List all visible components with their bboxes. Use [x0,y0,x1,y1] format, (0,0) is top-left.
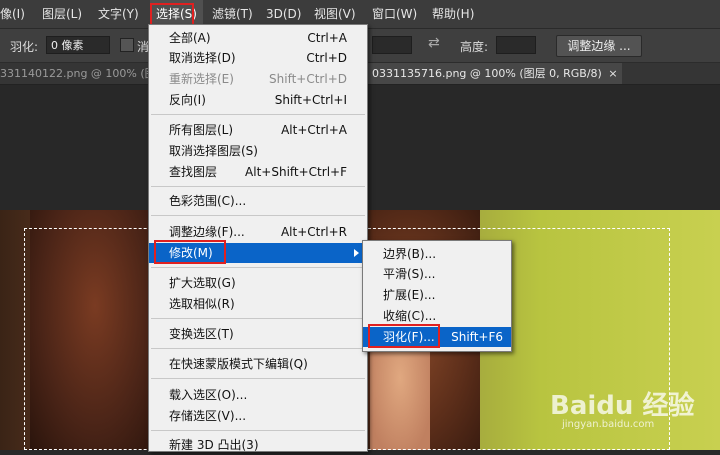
menu-item-deselect-layers[interactable]: 取消选择图层(S) [149,141,367,161]
refine-edge-button[interactable]: 调整边缘 ... [556,35,642,57]
menu-item-load-selection[interactable]: 载入选区(O)... [149,385,367,405]
menu-item-find-layers[interactable]: 查找图层 Alt+Shift+Ctrl+F [149,162,367,182]
menu-separator [151,348,365,349]
submenu-item-expand[interactable]: 扩展(E)... [363,285,511,305]
menu-image[interactable]: 像(I) [0,0,25,28]
height-input[interactable] [496,36,536,54]
menu-item-modify[interactable]: 修改(M) [149,243,367,263]
menu-layer[interactable]: 图层(L) [42,0,82,28]
feather-input[interactable]: 0 像素 [46,36,110,54]
menu-item-new-3d-extrusion[interactable]: 新建 3D 凸出(3) [149,435,367,455]
width-input[interactable] [372,36,412,54]
tab-document-2[interactable]: 0331135716.png @ 100% (图层 0, RGB/8) * [368,63,615,84]
select-menu: 全部(A) Ctrl+A 取消选择(D) Ctrl+D 重新选择(E) Shift+C… [148,24,368,452]
menu-type[interactable]: 文字(Y) [98,0,139,28]
feather-label: 羽化: [10,40,39,54]
menu-item-color-range[interactable]: 色彩范围(C)... [149,191,367,211]
watermark-brand: Baidu 经验 [550,391,695,421]
photo-hair-left [30,210,160,450]
menu-help[interactable]: 帮助(H) [432,0,474,28]
menu-item-save-selection[interactable]: 存储选区(V)... [149,406,367,426]
submenu-item-smooth[interactable]: 平滑(S)... [363,264,511,284]
menu-item-deselect[interactable]: 取消选择(D) Ctrl+D [149,48,367,68]
modify-submenu: 边界(B)... 平滑(S)... 扩展(E)... 收缩(C)... 羽化(F… [362,240,512,352]
menu-separator [151,378,365,379]
menu-item-all[interactable]: 全部(A) Ctrl+A [149,28,367,48]
tab-document-1[interactable]: 331140122.png @ 100% (图 [0,63,150,84]
menu-item-refine-edge[interactable]: 调整边缘(F)... Alt+Ctrl+R [149,222,367,242]
menu-separator [151,186,365,187]
menu-item-reselect: 重新选择(E) Shift+Ctrl+D [169,72,347,86]
submenu-item-feather[interactable]: 羽化(F)... Shift+F6 [363,327,511,347]
menu-separator [151,318,365,319]
swap-icon[interactable]: ⇄ [428,35,440,51]
tab-close-icon[interactable]: × [604,63,622,84]
submenu-item-border[interactable]: 边界(B)... [363,244,511,264]
menu-item-all-layers[interactable]: 所有图层(L) Alt+Ctrl+A [149,120,367,140]
watermark: Baidu 经验 jingyan.baidu.com [550,385,710,435]
menu-separator [151,114,365,115]
menu-item-similar[interactable]: 选取相似(R) [149,294,367,314]
menu-separator [151,430,365,431]
menu-separator [151,267,365,268]
submenu-arrow-icon [354,249,359,257]
menu-item-inverse[interactable]: 反向(I) Shift+Ctrl+I [149,90,367,110]
submenu-item-contract[interactable]: 收缩(C)... [363,306,511,326]
watermark-url: jingyan.baidu.com [562,419,655,430]
antialias-checkbox[interactable] [120,38,134,52]
menu-item-grow[interactable]: 扩大选取(G) [149,273,367,293]
menu-item-transform-selection[interactable]: 变换选区(T) [149,324,367,344]
height-label: 高度: [460,40,489,54]
menu-item-quick-mask[interactable]: 在快速蒙版模式下编辑(Q) [149,354,367,374]
menu-window[interactable]: 窗口(W) [372,0,417,28]
menu-separator [151,215,365,216]
